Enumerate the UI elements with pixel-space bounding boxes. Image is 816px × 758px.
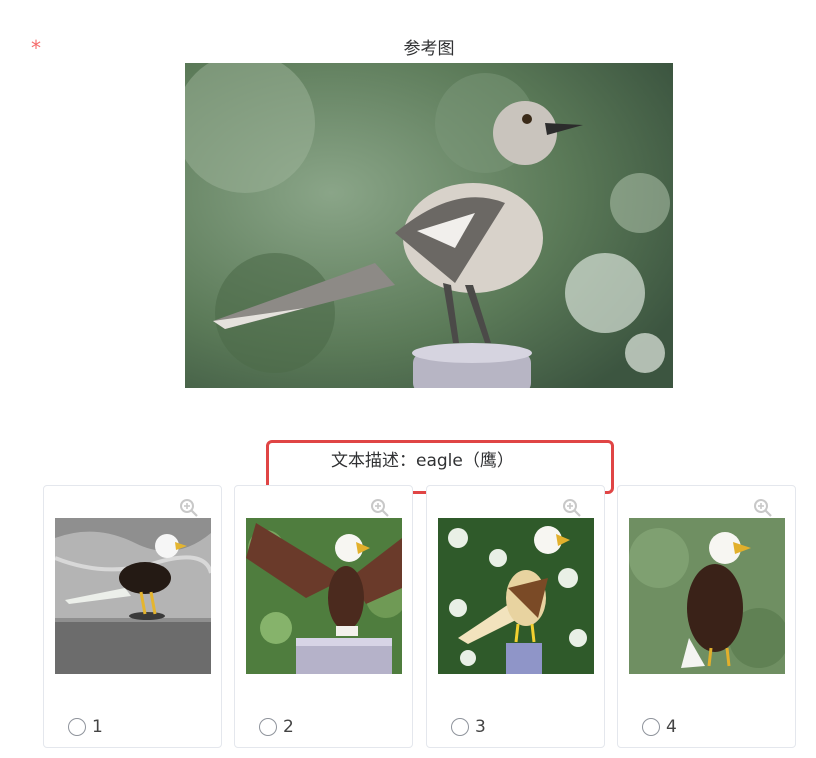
option-card-1[interactable]: 1 [43,485,222,748]
option-radio-4[interactable]: 4 [642,716,677,738]
option-radio-3[interactable]: 3 [451,716,486,738]
radio-icon[interactable] [642,718,660,736]
option-card-3[interactable]: 3 [426,485,605,748]
option-label: 2 [283,717,294,737]
option-image-4[interactable] [629,518,785,674]
option-image-3[interactable] [438,518,594,674]
option-card-4[interactable]: 4 [617,485,796,748]
zoom-in-icon[interactable] [753,498,773,518]
radio-icon[interactable] [259,718,277,736]
option-label: 3 [475,717,486,737]
reference-title: 参考图 [403,39,455,59]
option-image-2[interactable] [246,518,402,674]
option-radio-2[interactable]: 2 [259,716,294,738]
option-radio-1[interactable]: 1 [68,716,103,738]
option-image-1[interactable] [55,518,211,674]
zoom-in-icon[interactable] [179,498,199,518]
reference-image [185,63,673,388]
option-card-2[interactable]: 2 [234,485,413,748]
radio-icon[interactable] [451,718,469,736]
caption-text: 文本描述：eagle（鹰） [331,451,514,471]
zoom-in-icon[interactable] [562,498,582,518]
zoom-in-icon[interactable] [370,498,390,518]
option-label: 4 [666,717,677,737]
radio-icon[interactable] [68,718,86,736]
required-mark: * [31,36,41,60]
option-label: 1 [92,717,103,737]
